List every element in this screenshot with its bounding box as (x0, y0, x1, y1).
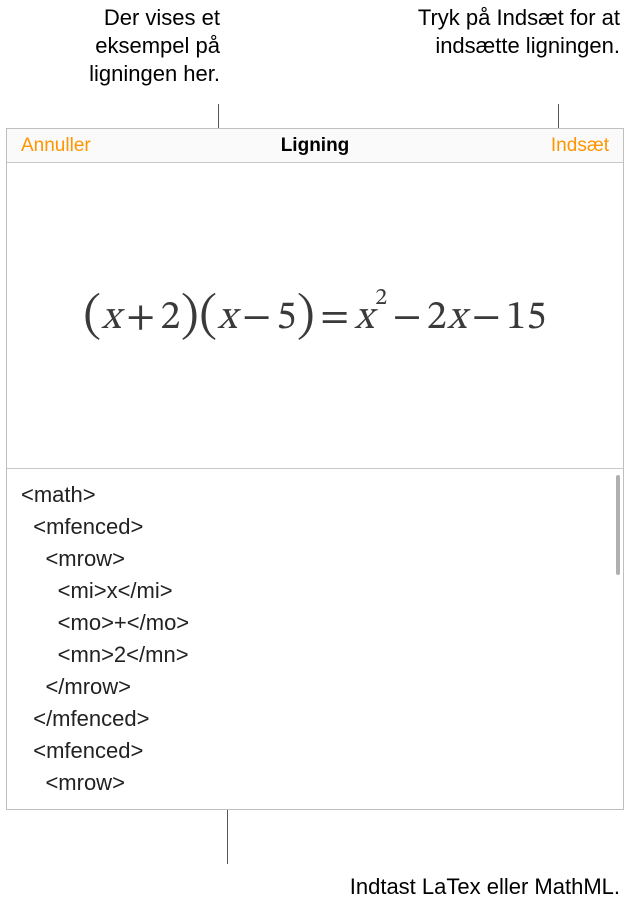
equation-part: ( (83, 292, 101, 342)
equation-part: 2 (161, 298, 181, 338)
equation-part: + (121, 298, 160, 338)
equation-part: ) (297, 292, 315, 342)
equation-part: x (102, 298, 122, 338)
equation-part: − (467, 298, 506, 338)
equation-part: ( (199, 292, 217, 342)
scrollbar-thumb[interactable] (616, 475, 620, 575)
equation-part: x (355, 298, 375, 338)
equation-part: 2 (374, 286, 387, 310)
equation-part: 5 (277, 298, 297, 338)
callout-preview-label: Der vises et eksempel på ligningen her. (10, 4, 220, 88)
callout-insert-label: Tryk på Indsæt for at indsætte ligningen… (400, 4, 620, 60)
equation-part: 15 (506, 298, 547, 338)
editor-scrollbar[interactable] (616, 475, 620, 575)
equation-part: − (237, 298, 276, 338)
equation-part: = (315, 298, 354, 338)
equation-preview: (x+2)(x−5)=x2−2x−15 (7, 163, 623, 469)
equation-part: x (447, 298, 467, 338)
equation-part: ) (181, 292, 199, 342)
insert-button[interactable]: Indsæt (551, 135, 609, 157)
mathml-input[interactable]: <math> <mfenced> <mrow> <mi>x</mi> <mo>+… (7, 469, 623, 809)
equation-preview-content: (x+2)(x−5)=x2−2x−15 (83, 284, 547, 347)
equation-part: x (218, 298, 238, 338)
callout-input-label: Indtast LaTex eller MathML. (280, 873, 620, 901)
editor-area: <math> <mfenced> <mrow> <mi>x</mi> <mo>+… (7, 469, 623, 809)
cancel-button[interactable]: Annuller (21, 135, 91, 157)
equation-part: − (388, 298, 427, 338)
dialog-title: Ligning (7, 135, 623, 157)
equation-dialog: Annuller Ligning Indsæt (x+2)(x−5)=x2−2x… (6, 128, 624, 810)
equation-part: 2 (427, 298, 447, 338)
dialog-toolbar: Annuller Ligning Indsæt (7, 129, 623, 163)
